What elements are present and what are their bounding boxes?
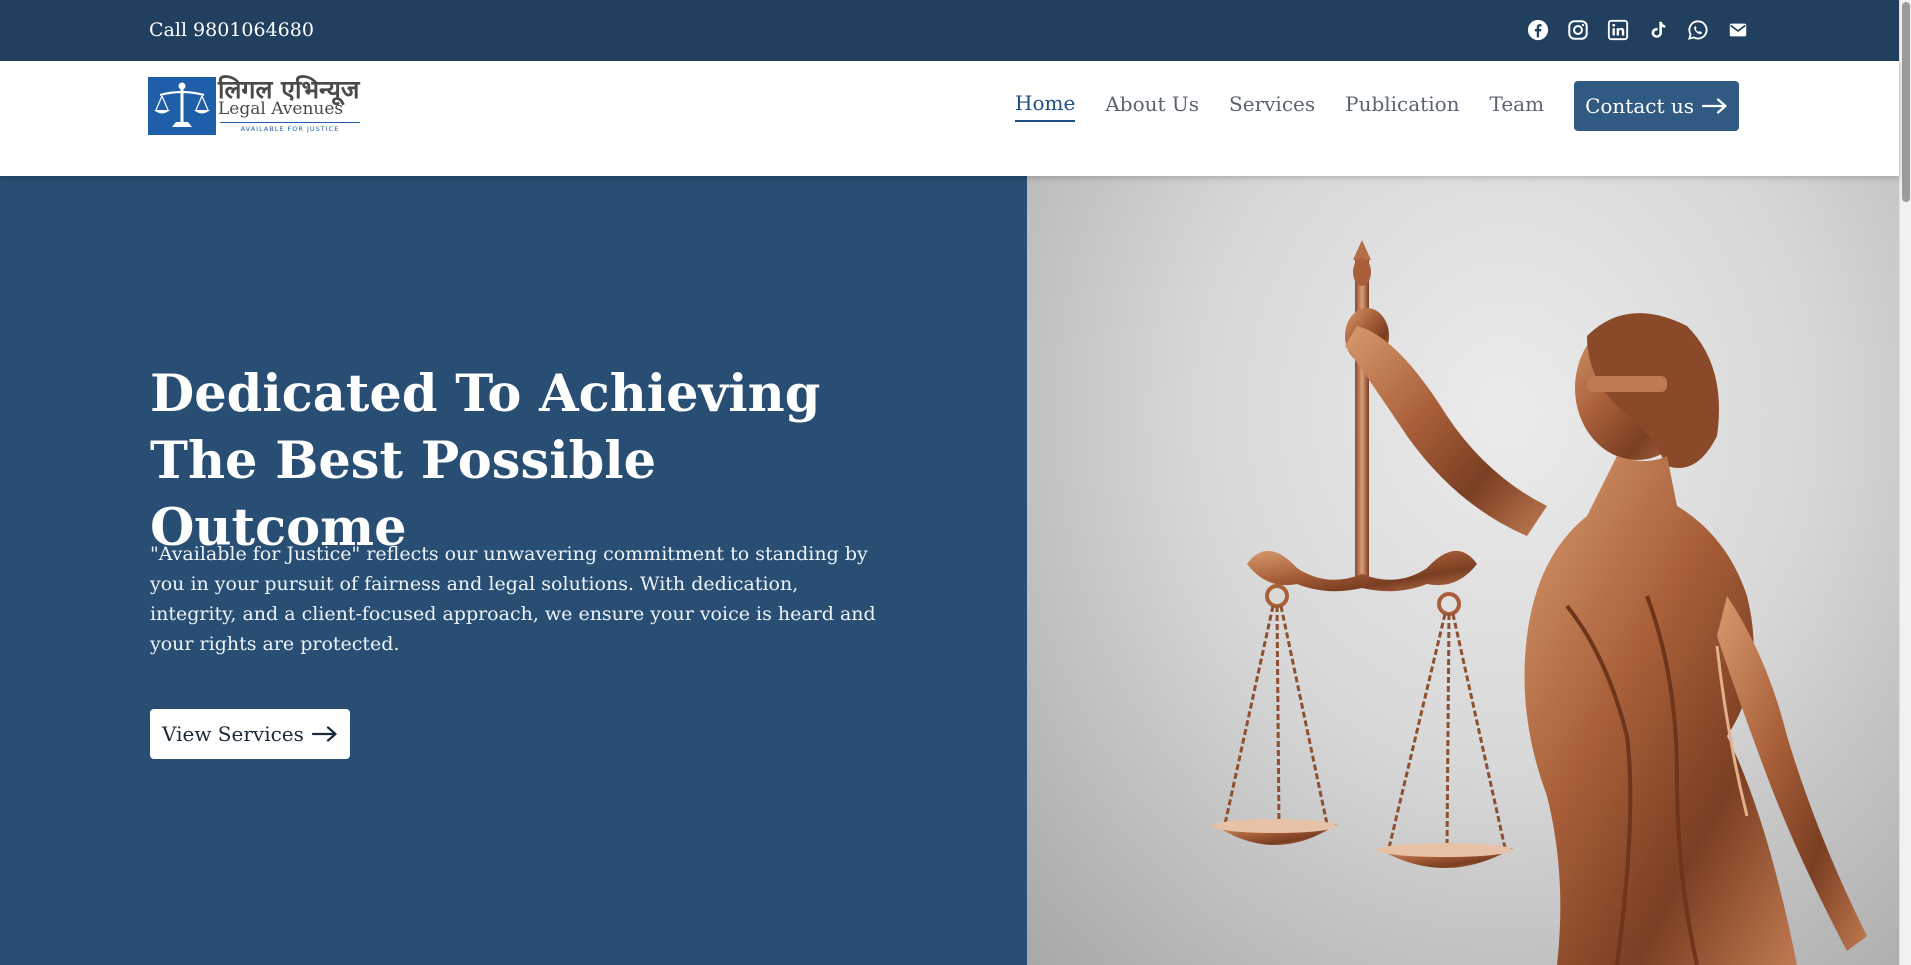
email-icon[interactable] <box>1727 19 1749 41</box>
logo-tagline: AVAILABLE FOR JUSTICE <box>220 122 360 133</box>
hero-panel: Dedicated To Achieving The Best Possible… <box>0 176 1027 965</box>
whatsapp-icon[interactable] <box>1687 19 1709 41</box>
hero-description: "Available for Justice" reflects our unw… <box>150 543 876 655</box>
social-links <box>1527 19 1749 41</box>
tiktok-icon[interactable] <box>1647 19 1669 41</box>
phone-number[interactable]: Call 9801064680 <box>149 19 314 41</box>
linkedin-icon[interactable] <box>1607 19 1629 41</box>
facebook-icon[interactable] <box>1527 19 1549 41</box>
site-logo[interactable]: लिगल एभिन्यूज Legal Avenues AVAILABLE FO… <box>148 75 364 139</box>
nav-menu: Home About Us Services Publication Team … <box>985 81 1739 131</box>
logo-english-text: Legal Avenues <box>218 99 344 119</box>
view-services-button[interactable]: View Services <box>150 709 350 759</box>
main-navbar: लिगल एभिन्यूज Legal Avenues AVAILABLE FO… <box>0 61 1899 176</box>
nav-item-home[interactable]: Home <box>1015 90 1076 122</box>
view-services-label: View Services <box>162 722 304 746</box>
arrow-right-icon <box>311 726 337 742</box>
lady-justice-statue-image <box>1027 176 1899 965</box>
nav-item-about-us[interactable]: About Us <box>1105 91 1199 121</box>
arrow-right-icon <box>1702 98 1727 114</box>
scrollbar-thumb[interactable] <box>1902 2 1910 202</box>
contact-us-button[interactable]: Contact us <box>1574 81 1739 131</box>
top-contact-bar: Call 9801064680 <box>0 0 1899 61</box>
nav-item-services[interactable]: Services <box>1229 91 1315 121</box>
instagram-icon[interactable] <box>1567 19 1589 41</box>
hero-title: Dedicated To Achieving The Best Possible… <box>150 364 821 558</box>
nav-item-team[interactable]: Team <box>1490 91 1545 121</box>
page-scrollbar[interactable] <box>1899 0 1911 965</box>
contact-us-label: Contact us <box>1585 94 1694 118</box>
scales-emblem-icon <box>148 77 216 135</box>
nav-item-publication[interactable]: Publication <box>1345 91 1459 121</box>
